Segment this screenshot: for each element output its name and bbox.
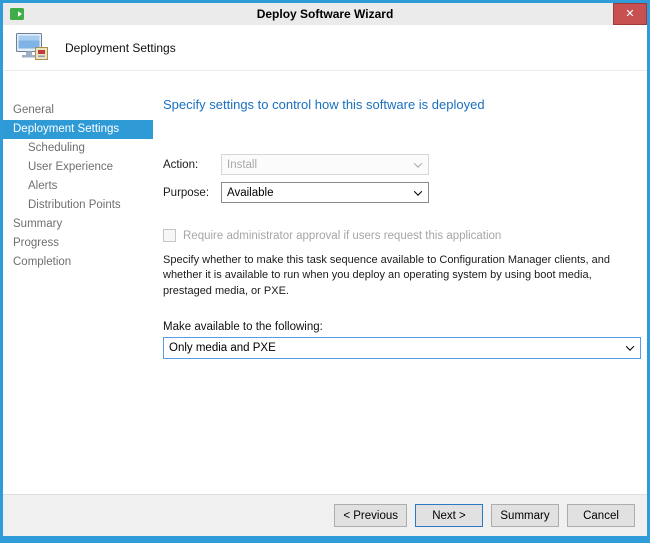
wizard-footer: < Previous Next > Summary Cancel <box>3 494 647 536</box>
titlebar: Deploy Software Wizard ✕ <box>3 3 647 25</box>
purpose-label: Purpose: <box>163 187 221 199</box>
close-button[interactable]: ✕ <box>613 3 647 25</box>
make-available-dropdown[interactable]: Only media and PXE <box>163 337 641 359</box>
deploy-software-wizard-window: Deploy Software Wizard ✕ Deployment Sett… <box>0 0 650 543</box>
software-computer-icon <box>15 32 49 64</box>
sidebar-item-summary[interactable]: Summary <box>3 215 153 234</box>
sidebar-item-user-experience[interactable]: User Experience <box>3 158 153 177</box>
cancel-button[interactable]: Cancel <box>567 504 635 527</box>
description-text: Specify whether to make this task sequen… <box>163 253 641 299</box>
sidebar-item-scheduling[interactable]: Scheduling <box>3 139 153 158</box>
summary-button[interactable]: Summary <box>491 504 559 527</box>
make-available-value: Only media and PXE <box>169 342 276 354</box>
purpose-row: Purpose: Available <box>163 182 641 203</box>
wizard-header: Deployment Settings <box>3 25 647 71</box>
approval-checkbox-row: Require administrator approval if users … <box>163 229 641 242</box>
chevron-down-icon <box>414 159 422 167</box>
wizard-steps-sidebar: General Deployment Settings Scheduling U… <box>3 71 153 494</box>
sidebar-item-deployment-settings[interactable]: Deployment Settings <box>3 120 153 139</box>
action-label: Action: <box>163 159 221 171</box>
action-row: Action: Install <box>163 154 641 175</box>
sidebar-item-completion[interactable]: Completion <box>3 253 153 272</box>
next-button[interactable]: Next > <box>415 504 483 527</box>
make-available-label: Make available to the following: <box>163 321 641 333</box>
approval-checkbox-label: Require administrator approval if users … <box>183 230 501 242</box>
window-title: Deploy Software Wizard <box>3 7 647 21</box>
close-icon: ✕ <box>625 8 634 20</box>
purpose-dropdown[interactable]: Available <box>221 182 429 203</box>
wizard-body: General Deployment Settings Scheduling U… <box>3 71 647 494</box>
page-title: Deployment Settings <box>65 41 176 55</box>
sidebar-item-progress[interactable]: Progress <box>3 234 153 253</box>
sidebar-item-alerts[interactable]: Alerts <box>3 177 153 196</box>
action-value: Install <box>227 159 257 171</box>
action-dropdown: Install <box>221 154 429 175</box>
wizard-content: Specify settings to control how this sof… <box>153 71 650 494</box>
purpose-value: Available <box>227 187 273 199</box>
chevron-down-icon <box>414 187 422 195</box>
chevron-down-icon <box>626 343 634 351</box>
sidebar-item-distribution-points[interactable]: Distribution Points <box>3 196 153 215</box>
content-heading: Specify settings to control how this sof… <box>163 97 641 112</box>
previous-button[interactable]: < Previous <box>334 504 407 527</box>
approval-checkbox <box>163 229 176 242</box>
sidebar-item-general[interactable]: General <box>3 101 153 120</box>
deploy-wizard-icon <box>9 6 25 22</box>
